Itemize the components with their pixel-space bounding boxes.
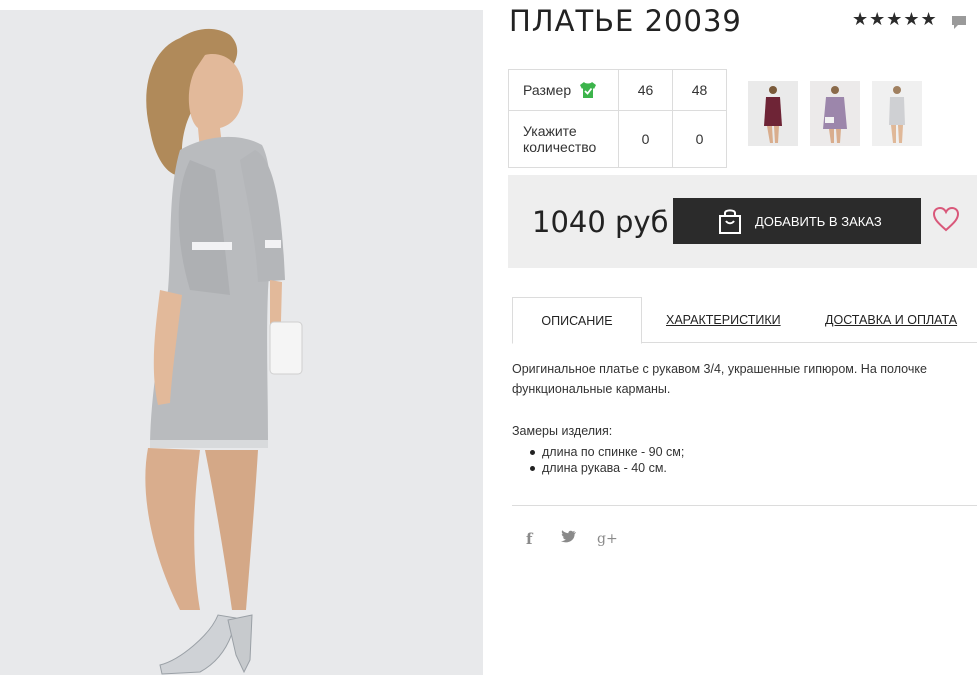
heart-icon[interactable] <box>932 206 960 232</box>
burgundy-dress-thumbnail <box>764 86 782 143</box>
comment-icon[interactable] <box>950 14 968 31</box>
twitter-bird-icon <box>561 530 576 543</box>
rating-stars[interactable]: ★★★★★ <box>852 9 938 30</box>
add-to-order-button[interactable]: ДОБАВИТЬ В ЗАКАЗ <box>673 198 921 244</box>
lilac-dress-thumbnail <box>823 86 847 143</box>
size-label: Размер <box>523 82 572 98</box>
thumbnail-light-grey[interactable] <box>872 81 922 146</box>
facebook-icon[interactable]: f <box>526 530 532 550</box>
thumbnail-burgundy[interactable] <box>748 81 798 146</box>
description-text: Оригинальное платье с рукавом 3/4, украш… <box>512 362 927 396</box>
price-bar: 1040 руб ДОБАВИТЬ В ЗАКАЗ <box>508 175 977 268</box>
tab-delivery-payment[interactable]: ДОСТАВКА И ОПЛАТА <box>825 297 957 343</box>
add-to-order-label: ДОБАВИТЬ В ЗАКАЗ <box>755 213 882 229</box>
measure-item: длина по спинке - 90 см; <box>530 444 684 460</box>
divider <box>512 505 977 506</box>
size-row: Размер 46 48 <box>508 69 727 111</box>
measure-item: длина рукава - 40 см. <box>530 460 684 476</box>
measures-title: Замеры изделия: <box>512 424 613 438</box>
size-option-46[interactable]: 46 <box>618 69 673 111</box>
facebook-glyph: f <box>526 530 533 548</box>
model-photo-illustration <box>0 10 483 675</box>
size-option-48[interactable]: 48 <box>672 69 727 111</box>
quantity-input-48[interactable]: 0 <box>672 110 727 168</box>
quantity-input-46[interactable]: 0 <box>618 110 673 168</box>
twitter-icon[interactable] <box>561 530 577 550</box>
quantity-row: Укажите количество 0 0 <box>508 110 727 168</box>
shopping-bag-icon <box>719 209 741 234</box>
tab-characteristics[interactable]: ХАРАКТЕРИСТИКИ <box>666 297 781 343</box>
size-table: Размер 46 48 Укажите количество 0 0 <box>508 69 727 168</box>
tshirt-check-icon <box>580 82 597 98</box>
measures-list: длина по спинке - 90 см; длина рукава - … <box>530 444 684 476</box>
tab-bar: ОПИСАНИЕ ХАРАКТЕРИСТИКИ ДОСТАВКА И ОПЛАТ… <box>512 297 977 344</box>
tab-description[interactable]: ОПИСАНИЕ <box>512 297 642 344</box>
google-plus-glyph: g+ <box>597 531 618 547</box>
quantity-label: Укажите количество <box>508 110 619 168</box>
product-photo[interactable] <box>0 10 483 675</box>
price: 1040 руб <box>532 205 669 239</box>
google-plus-icon[interactable]: g+ <box>597 530 618 550</box>
product-title: ПЛАТЬЕ 20039 <box>509 4 742 38</box>
light-grey-dress-thumbnail <box>889 86 905 143</box>
thumbnail-lilac[interactable] <box>810 81 860 146</box>
